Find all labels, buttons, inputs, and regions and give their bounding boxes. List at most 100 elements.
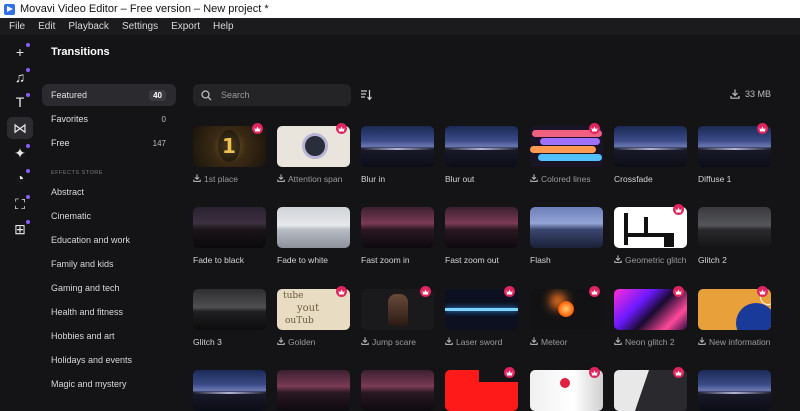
category-free[interactable]: Free 147 (42, 132, 176, 154)
plus-glyph: + (15, 44, 25, 60)
download-icon[interactable] (277, 172, 285, 186)
transition-name: Fade to white (277, 255, 329, 265)
store-glyph: ⛶ (15, 195, 25, 212)
transition-label: Blur out (445, 172, 523, 186)
transition-name: Fast zoom out (445, 255, 499, 265)
premium-crown-icon (420, 286, 431, 297)
transition-name: Glitch 2 (698, 255, 727, 265)
transition-thumbnail (277, 370, 350, 411)
menu-file[interactable]: File (9, 21, 25, 32)
transition-thumbnail (277, 207, 350, 248)
premium-crown-icon (589, 286, 600, 297)
transition-label: Fast zoom out (445, 253, 523, 267)
music-icon[interactable]: ♫ (7, 66, 33, 88)
transition-name: Laser sword (456, 337, 503, 347)
transition-label: New information (698, 335, 776, 349)
store-item-education[interactable]: Education and work (51, 235, 130, 245)
transition-name: Attention span (288, 174, 343, 184)
window-title: Movavi Video Editor – Free version – New… (20, 3, 269, 15)
transition-label: Fade to black (193, 253, 271, 267)
search-icon (201, 90, 212, 101)
transition-name: Blur in (361, 174, 386, 184)
transition-name: New information (709, 337, 771, 347)
download-icon[interactable] (614, 253, 622, 267)
premium-crown-icon (589, 123, 600, 134)
transition-name: 1st place (204, 174, 239, 184)
store-item-hobbies[interactable]: Hobbies and art (51, 331, 115, 341)
category-label: Favorites (51, 114, 89, 124)
transition-label: Fade to white (277, 253, 355, 267)
store-item-cinematic[interactable]: Cinematic (51, 211, 91, 221)
category-featured[interactable]: Featured 40 (42, 84, 176, 106)
transition-thumbnail (193, 370, 266, 411)
premium-crown-icon (504, 286, 515, 297)
transition-label: Attention span (277, 172, 355, 186)
transition-name: Geometric glitch (625, 255, 687, 265)
menu-playback[interactable]: Playback (68, 21, 109, 32)
store-item-magic[interactable]: Magic and mystery (51, 379, 127, 389)
search-box[interactable] (193, 84, 351, 106)
category-label: Featured (51, 90, 88, 100)
transition-thumbnail (445, 126, 518, 167)
sticker-glyph: ◔ (15, 170, 25, 186)
premium-crown-icon (252, 123, 263, 134)
download-icon[interactable] (193, 172, 201, 186)
download-icon[interactable] (614, 335, 622, 349)
transition-label: Laser sword (445, 335, 523, 349)
transition-name: Crossfade (614, 174, 653, 184)
sparkle-glyph: ✦ (14, 144, 26, 161)
store-item-holidays[interactable]: Holidays and events (51, 355, 132, 365)
transition-label: Meteor (530, 335, 608, 349)
transition-thumbnail (445, 207, 518, 248)
transition-name: Fast zoom in (361, 255, 410, 265)
download-icon[interactable] (445, 335, 453, 349)
premium-crown-icon (336, 286, 347, 297)
sort-icon[interactable] (360, 88, 372, 101)
category-label: Free (51, 138, 70, 148)
premium-crown-icon (504, 367, 515, 378)
transition-name: Fade to black (193, 255, 245, 265)
text-icon[interactable]: T (7, 91, 33, 113)
store-item-abstract[interactable]: Abstract (51, 187, 84, 197)
store-item-family[interactable]: Family and kids (51, 259, 114, 269)
menu-export[interactable]: Export (171, 21, 200, 32)
transition-thumbnail (361, 207, 434, 248)
premium-crown-icon (673, 367, 684, 378)
download-icon[interactable] (698, 335, 706, 349)
transition-name: Golden (288, 337, 316, 347)
transition-label: Flash (530, 253, 608, 267)
storage-indicator: 33 MB (730, 89, 771, 99)
menu-edit[interactable]: Edit (38, 21, 55, 32)
transition-label: Blur in (361, 172, 439, 186)
plus-icon[interactable]: + (7, 41, 33, 63)
premium-crown-icon (589, 367, 600, 378)
download-icon[interactable] (277, 335, 285, 349)
category-count: 147 (152, 138, 166, 148)
transition-thumbnail (698, 207, 771, 248)
effects-store-label: EFFECTS STORE (51, 170, 103, 176)
menu-settings[interactable]: Settings (122, 21, 158, 32)
download-icon[interactable] (530, 335, 538, 349)
download-icon[interactable] (530, 172, 538, 186)
store-item-gaming[interactable]: Gaming and tech (51, 283, 120, 293)
menu-help[interactable]: Help (213, 21, 234, 32)
transitions-icon[interactable]: ⋈ (7, 117, 33, 139)
store-icon[interactable]: ⛶ (7, 193, 33, 215)
category-favorites[interactable]: Favorites 0 (42, 108, 176, 130)
transition-label: Geometric glitch (614, 253, 692, 267)
transition-name: Flash (530, 255, 551, 265)
more-tools-icon[interactable]: ⊞ (7, 218, 33, 240)
download-icon[interactable] (361, 335, 369, 349)
transition-thumbnail (698, 370, 771, 411)
category-count: 40 (149, 89, 166, 101)
store-item-health[interactable]: Health and fitness (51, 307, 123, 317)
app-logo-icon (4, 3, 15, 15)
sparkle-icon[interactable]: ✦ (7, 142, 33, 164)
menu-bar: File Edit Playback Settings Export Help (0, 18, 800, 35)
music-glyph: ♫ (14, 69, 26, 85)
search-input[interactable] (219, 89, 343, 101)
category-count: 0 (161, 114, 166, 124)
title-bar: Movavi Video Editor – Free version – New… (0, 0, 800, 18)
sticker-icon[interactable]: ◔ (7, 167, 33, 189)
transitions-glyph: ⋈ (13, 119, 27, 136)
